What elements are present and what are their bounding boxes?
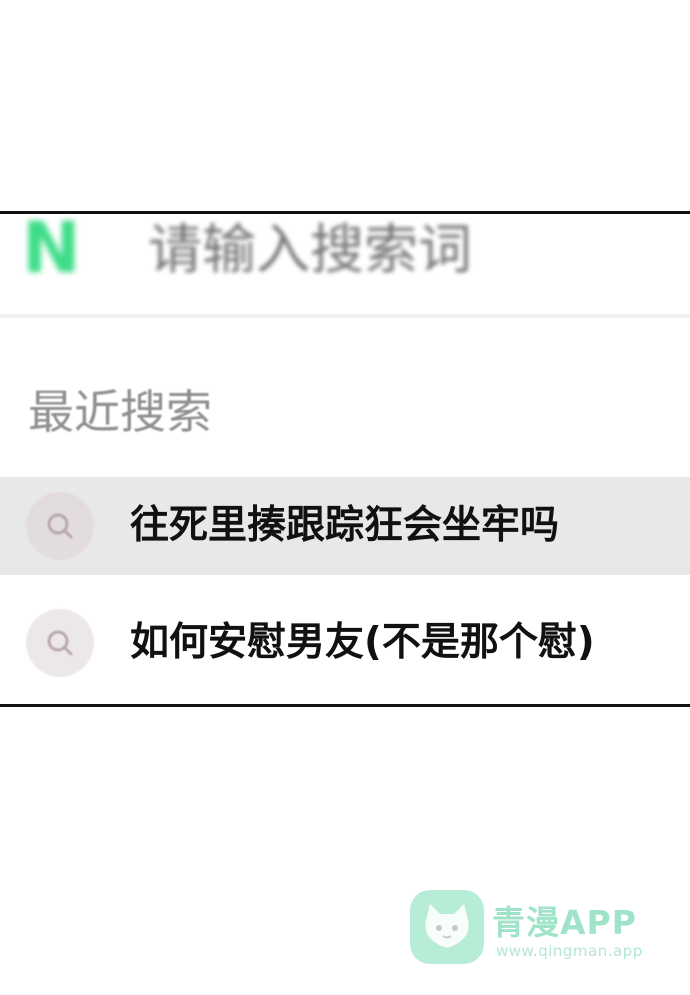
watermark: 青漫APP www.qingman.app — [410, 890, 650, 970]
cat-logo-icon — [410, 890, 484, 964]
recent-searches-title: 最近搜索 — [28, 385, 212, 439]
watermark-name: 青漫APP — [492, 903, 637, 942]
page: N 最近搜索 往死里揍跟踪狂会坐牢吗 如何安慰男友(不是那个慰) — [0, 0, 690, 995]
search-input[interactable] — [146, 214, 690, 286]
search-icon — [26, 609, 94, 677]
app-logo-n[interactable]: N — [22, 214, 96, 283]
watermark-url: www.qingman.app — [496, 942, 643, 960]
history-item-label: 往死里揍跟踪狂会坐牢吗 — [130, 503, 560, 548]
search-panel: N 最近搜索 往死里揍跟踪狂会坐牢吗 如何安慰男友(不是那个慰) — [0, 211, 690, 707]
history-item[interactable]: 如何安慰男友(不是那个慰) — [0, 594, 690, 692]
history-item[interactable]: 往死里揍跟踪狂会坐牢吗 — [0, 477, 690, 575]
history-item-label: 如何安慰男友(不是那个慰) — [130, 620, 595, 665]
search-icon — [26, 492, 94, 560]
search-bar[interactable]: N — [0, 214, 690, 318]
